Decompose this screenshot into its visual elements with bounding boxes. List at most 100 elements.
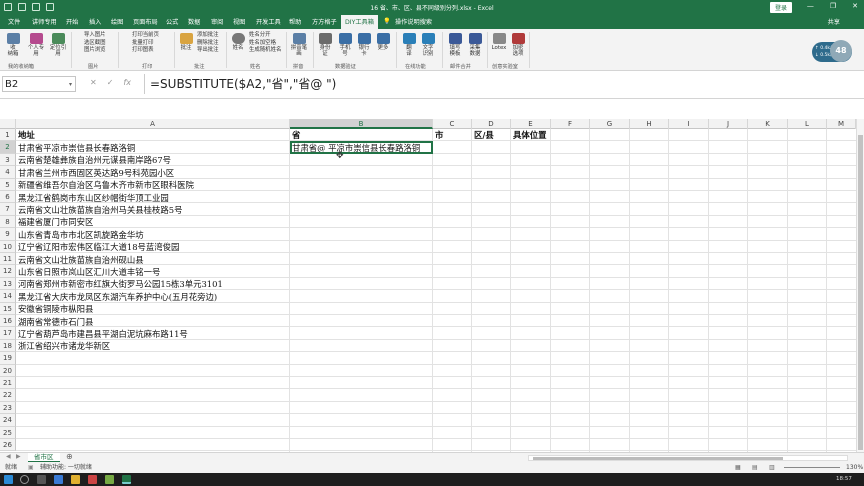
active-cell-b2[interactable] bbox=[290, 141, 433, 154]
column-header-k[interactable]: K bbox=[748, 119, 788, 129]
row-header-20[interactable]: 20 bbox=[0, 364, 16, 377]
row-header-16[interactable]: 16 bbox=[0, 315, 16, 328]
row-header-8[interactable]: 8 bbox=[0, 215, 16, 229]
cell-e1[interactable]: 具体位置 bbox=[513, 129, 547, 141]
folder-icon[interactable] bbox=[71, 475, 80, 484]
app-icon[interactable] bbox=[88, 475, 97, 484]
select-all-corner[interactable] bbox=[0, 119, 16, 129]
print-chart-button[interactable]: 打印图表 bbox=[132, 47, 159, 55]
column-header-e[interactable]: E bbox=[511, 119, 551, 129]
split-name-button[interactable]: 姓名分开 bbox=[249, 32, 281, 40]
cell-a13[interactable]: 河南省郑州市新密市红旗大街罗马公园15栋3单元3101 bbox=[18, 278, 223, 290]
row-header-9[interactable]: 9 bbox=[0, 228, 16, 241]
tab-insert[interactable]: 插入 bbox=[89, 17, 101, 26]
browser-icon[interactable] bbox=[54, 475, 63, 484]
column-header-f[interactable]: F bbox=[551, 119, 590, 129]
sheet-nav-right-icon[interactable]: ▶ bbox=[16, 453, 21, 460]
tab-diy-toolbox[interactable]: DIY工具箱 bbox=[341, 15, 378, 29]
cell-a14[interactable]: 黑龙江省大庆市龙凤区东湖汽车养护中心(五月花旁边) bbox=[18, 291, 217, 303]
tab-help[interactable]: 帮助 bbox=[289, 17, 301, 26]
row-header-2[interactable]: 2 bbox=[0, 141, 16, 154]
print-current-page-button[interactable]: 打印当前页 bbox=[132, 32, 159, 40]
ocr-button[interactable]: 文字 识别 bbox=[419, 31, 437, 57]
restore-button[interactable]: ❐ bbox=[830, 2, 836, 10]
column-header-c[interactable]: C bbox=[433, 119, 472, 129]
cell-a12[interactable]: 山东省日照市岚山区汇川大道丰铭一号 bbox=[18, 266, 160, 278]
accessibility-status[interactable]: 辅助功能: 一切就绪 bbox=[40, 462, 92, 473]
tab-data[interactable]: 数据 bbox=[188, 17, 200, 26]
cell-b1[interactable]: 省 bbox=[292, 129, 300, 141]
insert-function-icon[interactable]: fx bbox=[123, 78, 131, 87]
scrollbar-thumb[interactable] bbox=[858, 135, 863, 450]
cell-a4[interactable]: 甘肃省兰州市西固区英达路9号科苑园小区 bbox=[18, 167, 174, 179]
app-icon-2[interactable] bbox=[105, 475, 114, 484]
tell-me-search[interactable]: 操作说明搜索 bbox=[395, 17, 432, 26]
random-name-button[interactable]: 生成随机姓名 bbox=[249, 47, 281, 55]
column-header-i[interactable]: I bbox=[669, 119, 709, 129]
cell-a7[interactable]: 云南省文山壮族苗族自治州马关县桂枝路5号 bbox=[18, 204, 182, 216]
cell-a3[interactable]: 云南省楚雄彝族自治州元谋县南岸路67号 bbox=[18, 154, 171, 166]
row-header-15[interactable]: 15 bbox=[0, 302, 16, 315]
row-header-22[interactable]: 22 bbox=[0, 389, 16, 402]
name-box[interactable]: B2 ▾ bbox=[2, 76, 76, 92]
cell-a1[interactable]: 地址 bbox=[18, 129, 35, 141]
cell-a11[interactable]: 云南省文山壮族苗族自治州砚山县 bbox=[18, 254, 144, 266]
row-header-7[interactable]: 7 bbox=[0, 203, 16, 216]
import-image-button[interactable]: 导入图片 bbox=[84, 32, 106, 40]
region-screenshot-button[interactable]: 选区截图 bbox=[84, 40, 106, 48]
storage-box-button[interactable]: 收 纳箱 bbox=[4, 31, 22, 57]
cell-c1[interactable]: 市 bbox=[435, 129, 443, 141]
column-header-d[interactable]: D bbox=[472, 119, 511, 129]
cell-a16[interactable]: 湖南省常德市石门县 bbox=[18, 316, 93, 328]
row-header-25[interactable]: 25 bbox=[0, 426, 16, 439]
sheet-nav-left-icon[interactable]: ◀ bbox=[6, 453, 11, 460]
lotex-button[interactable]: Lotex bbox=[490, 31, 508, 51]
collect-data-button[interactable]: 采集 数据 bbox=[466, 31, 484, 57]
name-add-space-button[interactable]: 姓名加空格 bbox=[249, 40, 281, 48]
tab-instructor[interactable]: 讲师专用 bbox=[32, 17, 57, 26]
windows-start-icon[interactable] bbox=[4, 475, 13, 484]
cell-a17[interactable]: 辽宁省葫芦岛市建昌县平湖白泥坑麻布路11号 bbox=[18, 328, 188, 340]
row-header-17[interactable]: 17 bbox=[0, 327, 16, 340]
bank-card-button[interactable]: 银行 卡 bbox=[356, 31, 372, 57]
translate-button[interactable]: 翻 译 bbox=[401, 31, 417, 57]
name-button[interactable]: 姓名 bbox=[230, 31, 246, 51]
personal-button[interactable]: 个人专 用 bbox=[25, 31, 47, 57]
column-header-h[interactable]: H bbox=[630, 119, 669, 129]
tab-page-layout[interactable]: 页面布局 bbox=[133, 17, 158, 26]
scrollbar-thumb[interactable] bbox=[533, 457, 783, 460]
page-layout-view-icon[interactable]: ▤ bbox=[752, 462, 758, 473]
id-card-button[interactable]: 身份 证 bbox=[317, 31, 333, 57]
close-button[interactable]: ✕ bbox=[852, 2, 858, 10]
export-comment-button[interactable]: 导出批注 bbox=[197, 47, 219, 55]
row-header-23[interactable]: 23 bbox=[0, 401, 16, 415]
minimize-button[interactable]: — bbox=[807, 2, 814, 10]
column-header-m[interactable]: M bbox=[827, 119, 856, 129]
row-header-24[interactable]: 24 bbox=[0, 414, 16, 427]
cell-a6[interactable]: 黑龙江省鹤岗市东山区纱帽街华顶工业园 bbox=[18, 192, 169, 204]
cell-a18[interactable]: 浙江省绍兴市诸龙华新区 bbox=[18, 340, 110, 352]
encrypt-button[interactable]: 加密 选项 bbox=[510, 31, 526, 57]
login-button[interactable]: 登录 bbox=[770, 2, 793, 13]
zoom-slider[interactable] bbox=[784, 467, 840, 468]
row-header-10[interactable]: 10 bbox=[0, 240, 16, 253]
add-comment-button[interactable]: 添加批注 bbox=[197, 32, 219, 40]
tab-developer[interactable]: 开发工具 bbox=[256, 17, 281, 26]
more-button[interactable]: 更多 bbox=[375, 31, 391, 51]
delete-comment-button[interactable]: 删除批注 bbox=[197, 40, 219, 48]
row-header-4[interactable]: 4 bbox=[0, 166, 16, 179]
row-header-19[interactable]: 19 bbox=[0, 352, 16, 365]
tab-view[interactable]: 视图 bbox=[233, 17, 245, 26]
cell-a15[interactable]: 安徽省铜陵市枞阳县 bbox=[18, 303, 93, 315]
column-header-b[interactable]: B bbox=[290, 119, 433, 129]
image-browse-button[interactable]: 图片浏览 bbox=[84, 47, 106, 55]
cell-a5[interactable]: 新疆省维吾尔自治区乌鲁木齐市新市区眼科医院 bbox=[18, 179, 194, 191]
row-header-12[interactable]: 12 bbox=[0, 265, 16, 278]
row-header-5[interactable]: 5 bbox=[0, 178, 16, 191]
excel-icon[interactable] bbox=[122, 475, 131, 484]
cell-a2[interactable]: 甘肃省平凉市崇信县长春路洛铜 bbox=[18, 142, 135, 154]
tab-draw[interactable]: 绘图 bbox=[111, 17, 123, 26]
row-header-1[interactable]: 1 bbox=[0, 129, 16, 142]
column-header-a[interactable]: A bbox=[16, 119, 290, 129]
tab-formulas[interactable]: 公式 bbox=[166, 17, 178, 26]
